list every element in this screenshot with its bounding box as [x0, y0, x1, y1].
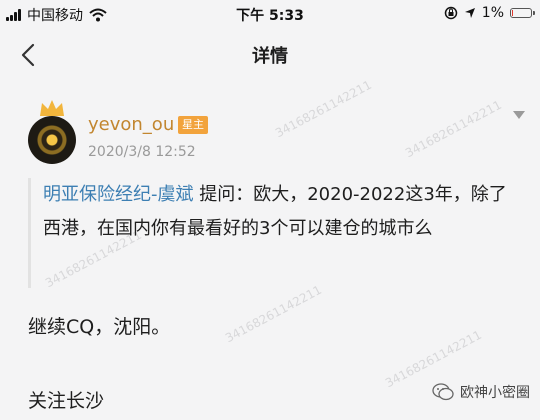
nav-bar: 详情 — [0, 30, 540, 80]
wechat-icon — [432, 383, 454, 401]
post-detail: 34168261142211 34168261142211 3416826114… — [0, 78, 540, 420]
avatar[interactable] — [28, 116, 76, 164]
rotation-lock-icon — [444, 6, 458, 20]
watermark: 34168261142211 — [272, 77, 374, 141]
quoted-question: 明亚保险经纪-虞斌 提问：欧大，2020-2022这3年，除了西港，在国内你有最… — [28, 178, 513, 288]
battery-icon — [510, 8, 535, 18]
wechat-label: 欧神小密圈 — [460, 385, 530, 401]
wechat-mark: 欧神小密圈 — [432, 382, 530, 402]
crown-icon — [40, 100, 64, 116]
reply-text: 关注长沙 — [28, 390, 105, 412]
quote-author[interactable]: 明亚保险经纪-虞斌 — [43, 184, 194, 205]
watermark: 34168261142211 — [402, 97, 504, 161]
status-right: 1% — [444, 5, 535, 21]
username[interactable]: yevon_ou — [88, 114, 174, 135]
chevron-down-icon[interactable] — [512, 110, 526, 120]
status-bar: 中国移动 下午 5:33 1% — [0, 0, 540, 30]
battery-percent: 1% — [481, 5, 504, 21]
battery-level — [512, 10, 513, 16]
post-timestamp: 2020/3/8 12:52 — [88, 144, 196, 160]
watermark: 34168261142211 — [382, 327, 484, 391]
location-icon — [464, 8, 475, 18]
page-title: 详情 — [252, 46, 288, 67]
watermark: 34168261142211 — [222, 282, 324, 346]
answer-text: 继续CQ，沈阳。 — [28, 316, 171, 338]
owner-badge: 星主 — [178, 116, 208, 134]
